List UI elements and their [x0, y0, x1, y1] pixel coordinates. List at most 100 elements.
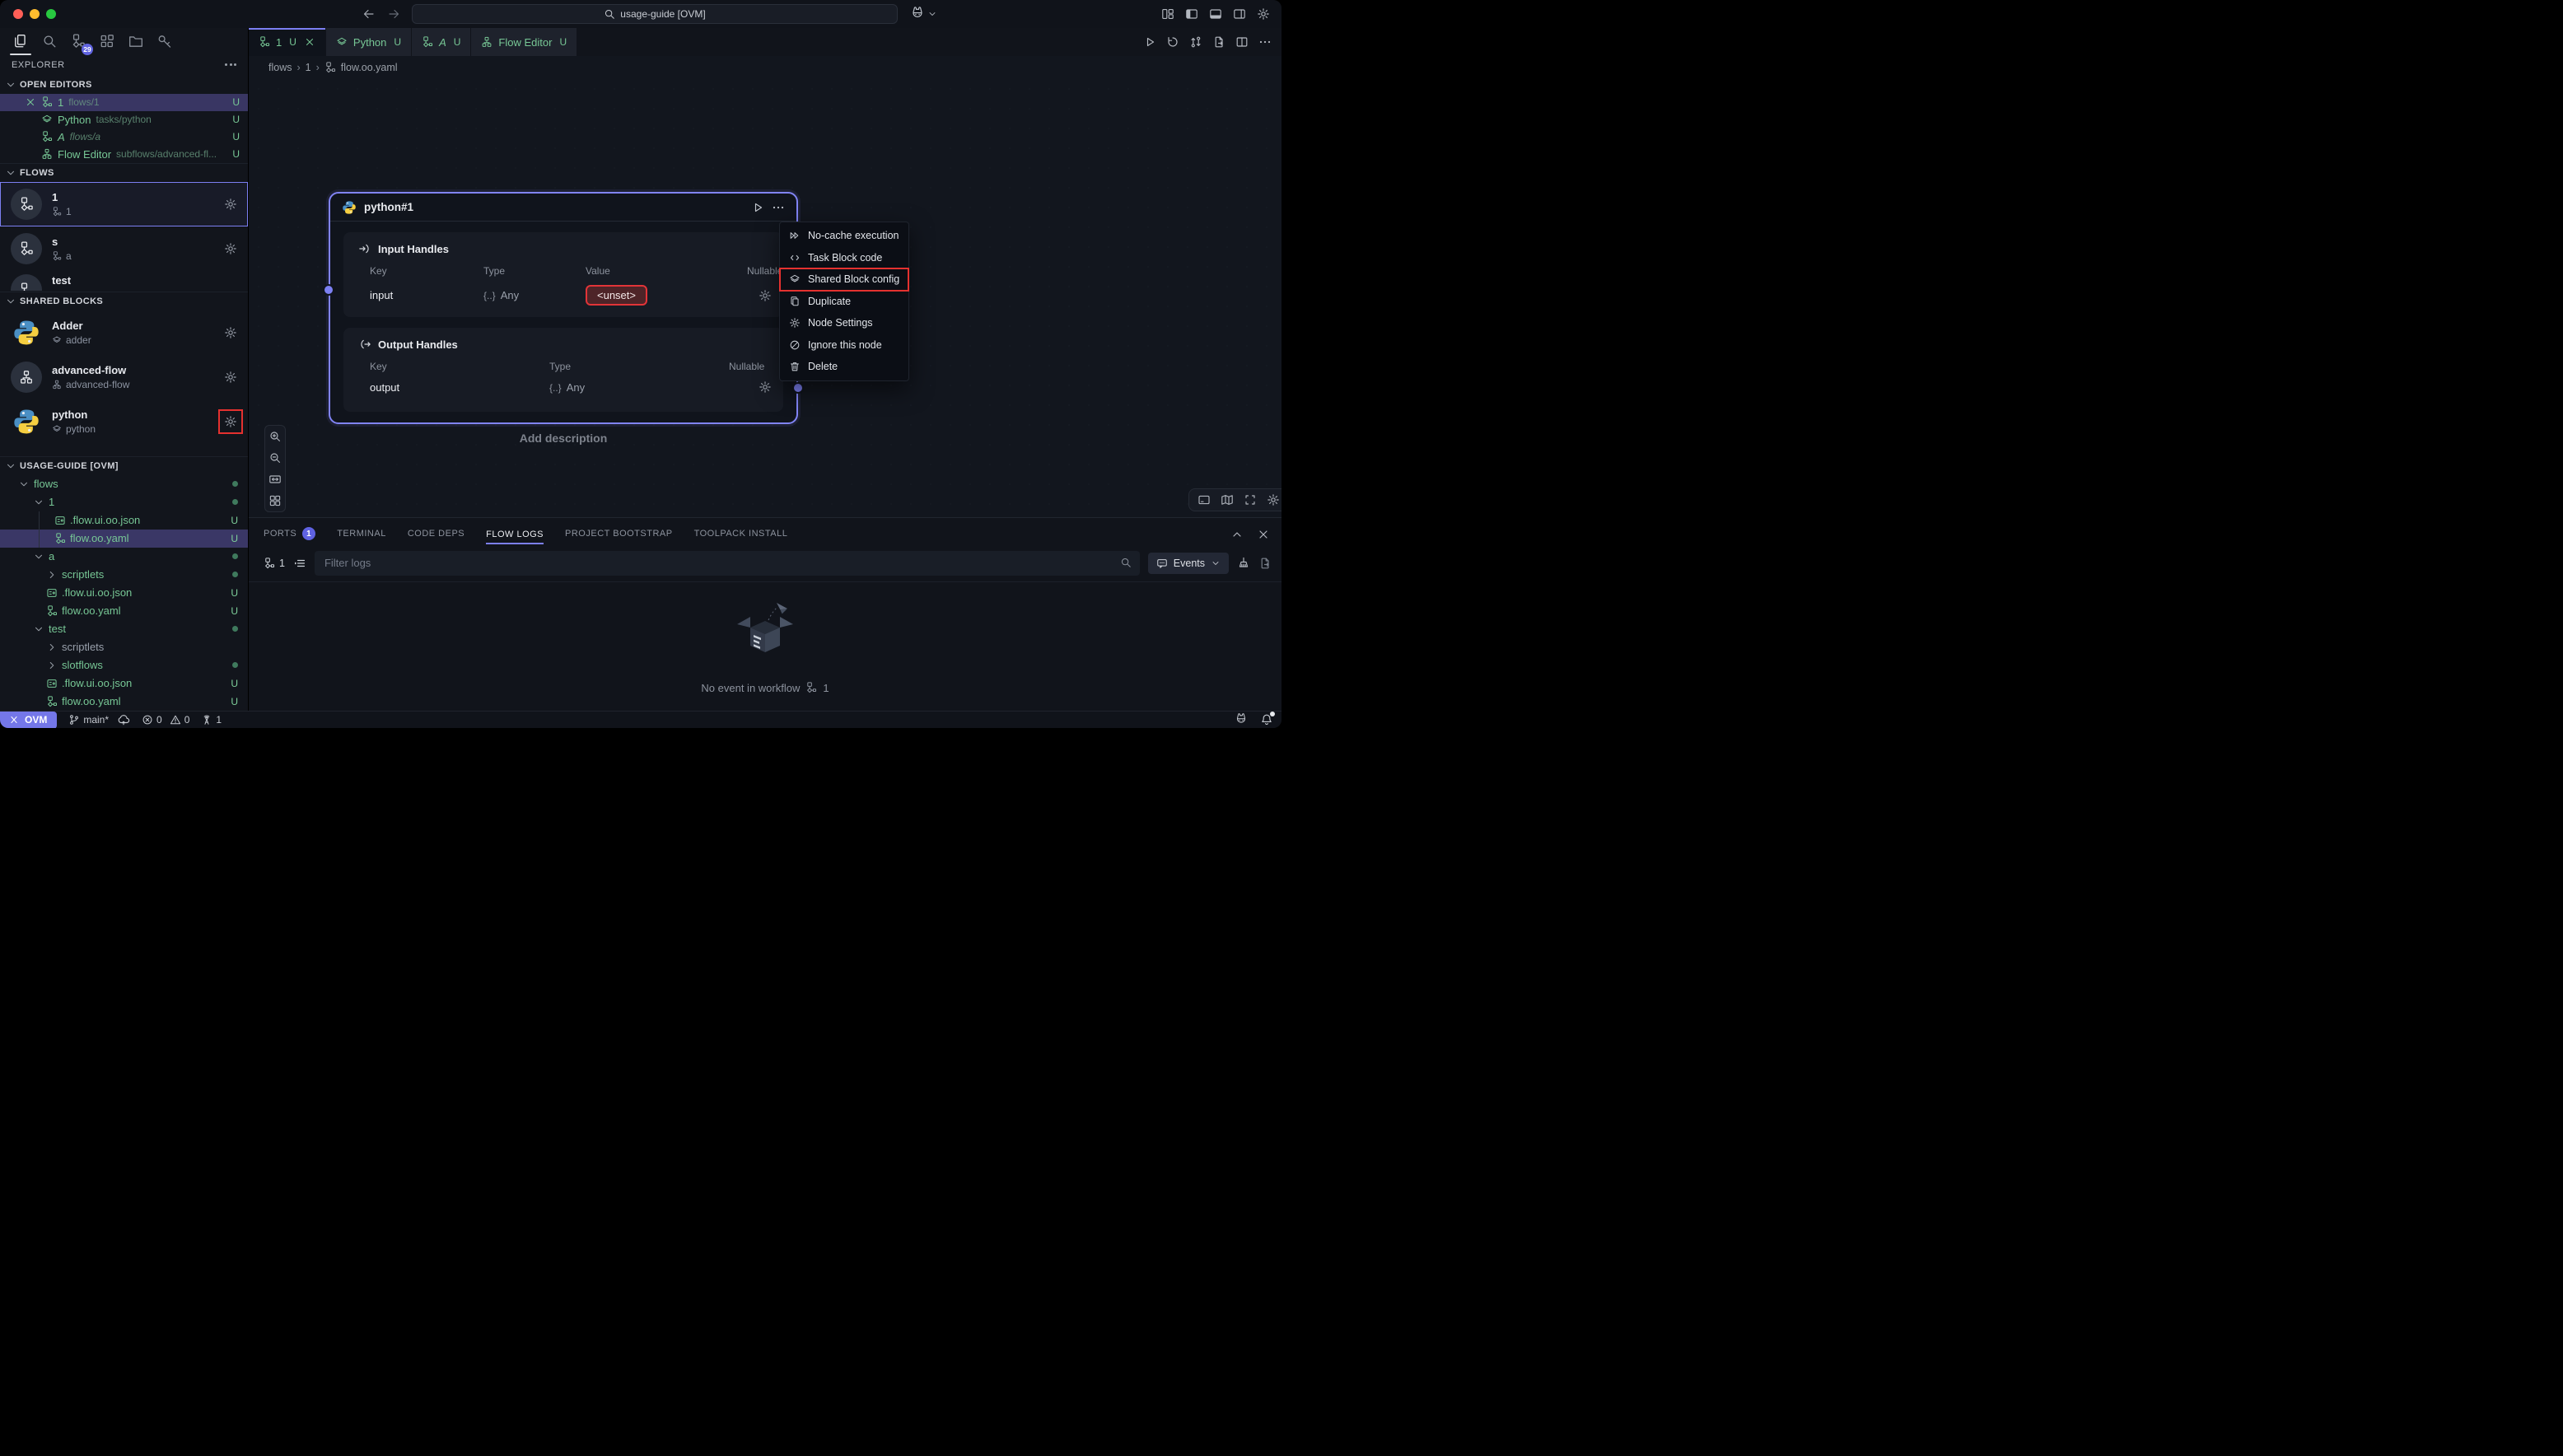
tab-flow-editor[interactable]: Flow Editor U	[471, 28, 577, 56]
input-port[interactable]	[323, 284, 334, 296]
tree-folder-scriptlets-test[interactable]: scriptlets	[0, 638, 248, 656]
toggle-secondary-sidebar-icon[interactable]	[1233, 7, 1246, 21]
flows-activity-icon[interactable]: 29	[69, 29, 87, 54]
explorer-activity-icon[interactable]	[12, 29, 30, 54]
tree-folder-a[interactable]: a	[0, 548, 248, 566]
tree-file-yaml[interactable]: flow.oo.yaml U	[0, 602, 248, 620]
panel-tab-terminal[interactable]: TERMINAL	[337, 529, 386, 540]
section-flows[interactable]: FLOWS	[0, 163, 248, 182]
tab-1[interactable]: 1 U	[249, 28, 326, 56]
tree-file-yaml-selected[interactable]: flow.oo.yaml U	[0, 530, 248, 548]
open-editor-item-python[interactable]: Python tasks/python U	[0, 111, 248, 128]
gear-icon[interactable]	[759, 289, 772, 302]
menu-item-shared-block-config[interactable]: Shared Block config	[780, 268, 908, 291]
cloud-upload-icon[interactable]	[117, 713, 130, 726]
tree-folder-test[interactable]: test	[0, 620, 248, 638]
toggle-sidebar-icon[interactable]	[1185, 7, 1198, 21]
zoom-out-icon[interactable]	[268, 451, 282, 464]
node-menu-icon[interactable]	[772, 201, 785, 214]
menu-item-node-settings[interactable]: Node Settings	[780, 312, 908, 334]
flow-card-1[interactable]: 1 1	[0, 182, 248, 226]
open-editor-item-1[interactable]: 1 flows/1 U	[0, 94, 248, 111]
maximize-panel-icon[interactable]	[1230, 528, 1244, 541]
gear-icon[interactable]	[224, 242, 237, 255]
notifications-bell[interactable]	[1260, 713, 1273, 726]
grid-layout-icon[interactable]	[268, 494, 282, 507]
extensions-activity-icon[interactable]	[98, 29, 116, 54]
export-file-icon[interactable]	[1212, 35, 1225, 49]
remote-indicator[interactable]: OVM	[0, 712, 57, 729]
run-icon[interactable]	[1143, 35, 1156, 49]
compare-changes-icon[interactable]	[1189, 35, 1202, 49]
shared-block-python[interactable]: python python	[0, 399, 248, 444]
add-description-button[interactable]: Add description	[329, 432, 798, 445]
gear-icon[interactable]	[224, 371, 237, 384]
node-header[interactable]: python#1	[330, 194, 796, 222]
menu-item-delete[interactable]: Delete	[780, 356, 908, 378]
toggle-panel-icon[interactable]	[1209, 7, 1222, 21]
gear-icon-highlighted[interactable]	[224, 415, 237, 428]
export-logs-icon[interactable]	[1258, 557, 1272, 570]
gear-icon[interactable]	[224, 198, 237, 211]
output-port[interactable]	[792, 382, 804, 394]
tree-folder-1[interactable]: 1	[0, 493, 248, 511]
minimap-icon[interactable]	[1221, 493, 1234, 506]
panel-tab-project-bootstrap[interactable]: PROJECT BOOTSTRAP	[565, 529, 673, 540]
customize-layout-icon[interactable]	[1161, 7, 1174, 21]
close-window-button[interactable]	[13, 9, 23, 19]
flow-card-test[interactable]: test	[0, 271, 248, 292]
canvas-settings-gear-icon[interactable]	[1267, 493, 1280, 506]
menu-item-ignore-this-node[interactable]: Ignore this node	[780, 334, 908, 357]
tree-folder-scriptlets[interactable]: scriptlets	[0, 566, 248, 584]
settings-gear-icon[interactable]	[1257, 7, 1270, 21]
zoom-in-icon[interactable]	[268, 430, 282, 443]
tab-python[interactable]: Python U	[326, 28, 412, 56]
panel-tab-flow-logs[interactable]: FLOW LOGS	[486, 530, 544, 544]
section-workspace[interactable]: USAGE-GUIDE [OVM]	[0, 456, 248, 475]
zoom-window-button[interactable]	[46, 9, 56, 19]
breadcrumb-1[interactable]: 1	[306, 62, 311, 73]
tree-file-yaml[interactable]: flow.oo.yaml U	[0, 693, 248, 711]
tab-a[interactable]: A U	[412, 28, 471, 56]
toggle-panel-icon[interactable]	[1197, 493, 1211, 506]
gear-icon[interactable]	[759, 380, 772, 394]
close-panel-icon[interactable]	[1257, 528, 1270, 541]
fit-width-icon[interactable]	[268, 473, 282, 486]
fit-view-icon[interactable]	[1244, 493, 1257, 506]
folder-activity-icon[interactable]	[127, 29, 145, 54]
problems-indicator[interactable]: 0 0	[142, 714, 189, 726]
git-branch-indicator[interactable]: main*	[68, 713, 130, 726]
unset-value-chip[interactable]: <unset>	[586, 285, 647, 306]
breadcrumb-flows[interactable]: flows	[268, 62, 292, 73]
handle-type[interactable]: Any	[567, 381, 585, 394]
section-open-editors[interactable]: OPEN EDITORS	[0, 75, 248, 94]
flow-canvas[interactable]: python#1 Input Handles Key Type Value	[249, 79, 1282, 517]
tree-folder-slotflows[interactable]: slotflows	[0, 656, 248, 674]
panel-tab-toolpack-install[interactable]: TOOLPACK INSTALL	[694, 529, 788, 540]
node-python-1[interactable]: python#1 Input Handles Key Type Value	[329, 192, 798, 424]
forwarded-ports-indicator[interactable]: 1	[201, 714, 222, 726]
panel-tab-code-deps[interactable]: CODE DEPS	[408, 529, 465, 540]
more-actions-icon[interactable]	[1258, 35, 1272, 49]
command-center-search[interactable]: usage-guide [OVM]	[412, 4, 898, 24]
menu-item-task-block-code[interactable]: Task Block code	[780, 247, 908, 269]
bunny-icon[interactable]	[1234, 712, 1249, 727]
flow-card-s[interactable]: s a	[0, 226, 248, 271]
breadcrumb-file[interactable]: flow.oo.yaml	[341, 62, 398, 73]
section-shared-blocks[interactable]: SHARED BLOCKS	[0, 292, 248, 310]
rerun-icon[interactable]	[1166, 35, 1179, 49]
shared-block-adder[interactable]: Adder adder	[0, 310, 248, 355]
forward-arrow-icon[interactable]	[387, 7, 400, 21]
back-arrow-icon[interactable]	[362, 7, 376, 21]
explorer-more-icon[interactable]	[225, 63, 236, 66]
panel-tab-ports[interactable]: PORTS 1	[264, 527, 315, 542]
breadcrumb[interactable]: flows › 1 › flow.oo.yaml	[249, 56, 1282, 79]
keys-activity-icon[interactable]	[156, 29, 174, 54]
tree-file-json[interactable]: .flow.ui.oo.json U	[0, 674, 248, 693]
gear-icon[interactable]	[224, 326, 237, 339]
open-editor-item-a[interactable]: A flows/a U	[0, 128, 248, 146]
flow-ref[interactable]: 1	[264, 558, 285, 569]
menu-item-duplicate[interactable]: Duplicate	[780, 291, 908, 313]
output-handle-row[interactable]: output {..} Any	[358, 380, 772, 400]
tree-file-json[interactable]: .flow.ui.oo.json U	[0, 511, 248, 530]
